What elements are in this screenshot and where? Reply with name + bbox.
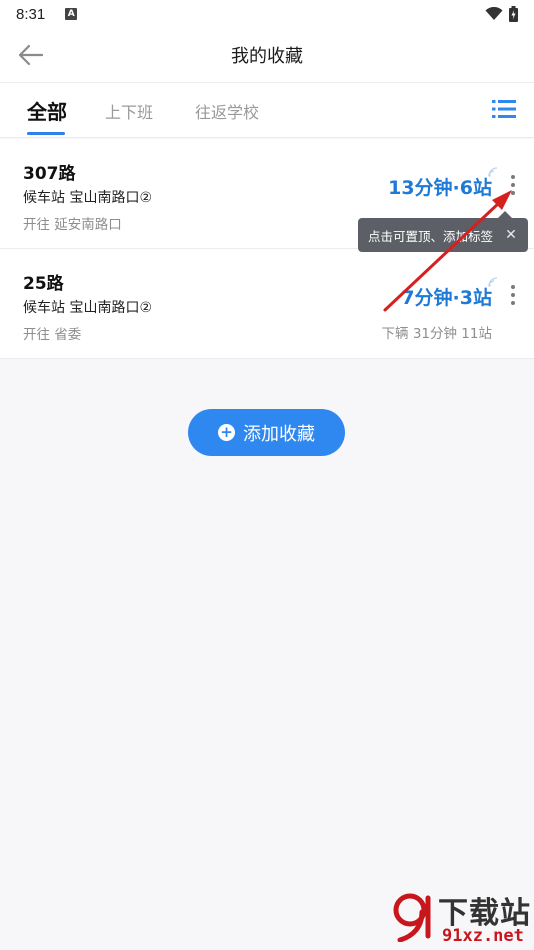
- list-menu-button[interactable]: [492, 99, 516, 121]
- waiting-stop: 候车站 宝山南路口②: [23, 190, 153, 206]
- arrival-eta: 7分钟·3站: [401, 287, 492, 309]
- add-favorite-label: 添加收藏: [243, 423, 315, 445]
- tooltip-pointer: [498, 211, 512, 218]
- status-bar: 8:31 A: [0, 0, 534, 28]
- more-dot-icon: [511, 175, 515, 179]
- more-options-button[interactable]: [506, 283, 520, 307]
- watermark-logo-icon: [393, 893, 431, 942]
- active-tab-indicator: [27, 132, 65, 135]
- more-dot-icon: [511, 191, 515, 195]
- watermark-url: 91xz.net: [442, 926, 524, 946]
- route-name: 25路: [23, 274, 64, 294]
- more-dot-icon: [511, 183, 515, 187]
- tab-commute[interactable]: 上下班: [105, 83, 153, 138]
- tab-school[interactable]: 往返学校: [195, 83, 259, 138]
- more-dot-icon: [511, 285, 515, 289]
- route-direction: 开往 延安南路口: [23, 217, 122, 233]
- tab-all[interactable]: 全部: [27, 83, 67, 138]
- route-name: 307路: [23, 164, 76, 184]
- tooltip-text: 点击可置顶、添加标签: [368, 228, 494, 244]
- notification-icon: A: [65, 8, 78, 20]
- battery-icon: [509, 6, 518, 22]
- route-direction: 开往 省委: [23, 327, 82, 343]
- hint-tooltip: 点击可置顶、添加标签 ✕: [358, 218, 528, 252]
- arrow-left-icon: [18, 44, 44, 66]
- tab-bar: 全部 上下班 往返学校: [0, 83, 534, 138]
- more-dot-icon: [511, 301, 515, 305]
- more-dot-icon: [511, 293, 515, 297]
- list-icon: [492, 100, 516, 118]
- arrival-eta: 13分钟·6站: [388, 177, 492, 199]
- add-favorite-button[interactable]: + 添加收藏: [188, 409, 345, 456]
- plus-circle-icon: +: [218, 424, 235, 441]
- more-options-button[interactable]: [506, 173, 520, 197]
- wifi-icon: [485, 7, 503, 20]
- close-icon[interactable]: ✕: [502, 225, 520, 245]
- back-button[interactable]: [16, 40, 46, 70]
- waiting-stop: 候车站 宝山南路口②: [23, 300, 153, 316]
- next-bus-info: 下辆 31分钟 11站: [381, 326, 492, 342]
- favorite-card[interactable]: 25路 候车站 宝山南路口② 开往 省委 7分钟·3站 下辆 31分钟 11站: [0, 249, 534, 359]
- status-indicators: [485, 6, 518, 22]
- page-title: 我的收藏: [231, 46, 303, 67]
- site-watermark: 下载站 91xz.net: [388, 888, 532, 946]
- status-time: 8:31: [16, 5, 46, 23]
- app-header: 我的收藏: [0, 28, 534, 83]
